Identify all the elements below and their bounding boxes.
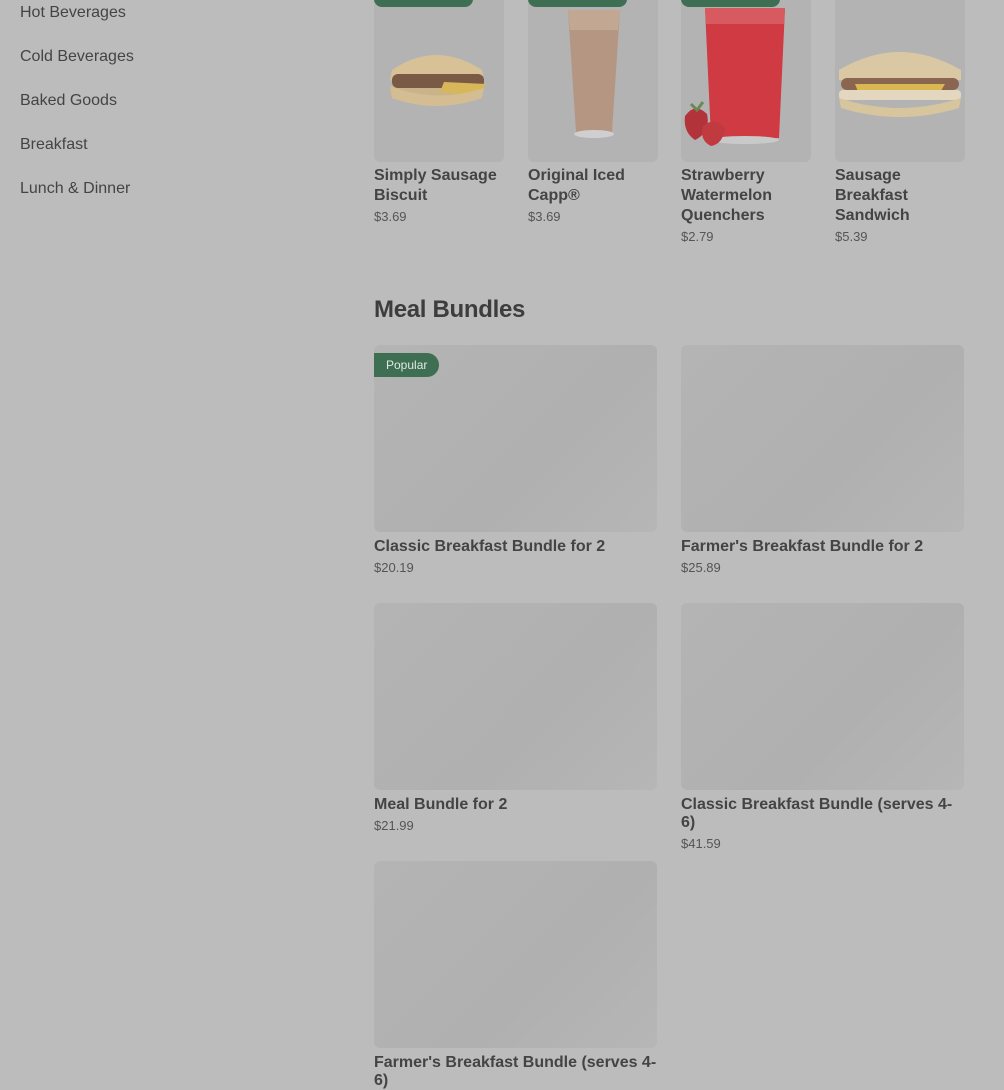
bundle-image	[681, 345, 964, 532]
product-name: Original Iced Capp®	[528, 167, 625, 204]
sidebar-item-breakfast[interactable]: Breakfast	[20, 136, 88, 154]
sidebar-item-cold-beverages[interactable]: Cold Beverages	[20, 48, 134, 66]
iced-capp-image	[528, 0, 658, 162]
product-flag	[374, 0, 473, 7]
bundle-price: $21.99	[374, 818, 414, 833]
bundle-price: $20.19	[374, 560, 414, 575]
product-name: Simply Sausage Biscuit	[374, 167, 497, 204]
strawberry-quencher-image	[681, 0, 811, 162]
product-price: $3.69	[528, 209, 561, 224]
bundle-name: Classic Breakfast Bundle for 2	[374, 538, 606, 555]
breakfast-sandwich-image	[835, 0, 965, 162]
popular-badge: Popular	[374, 353, 440, 377]
bundle-image: Popular	[374, 345, 657, 532]
sidebar-item-hot-beverages[interactable]: Hot Beverages	[20, 4, 126, 22]
product-price: $2.79	[681, 229, 714, 244]
product-price: $5.39	[835, 229, 868, 244]
section-title: Meal Bundles	[374, 296, 526, 323]
bundle-image	[374, 603, 657, 790]
bundle-name: Farmer's Breakfast Bundle (serves 4-6)	[374, 1054, 657, 1089]
iced-drink-icon	[568, 10, 620, 138]
bundle-price: $25.89	[681, 560, 721, 575]
product-card-breakfast-sandwich[interactable]: Sausage Breakfast Sandwich $5.39	[835, 0, 965, 244]
bundle-name: Meal Bundle for 2	[374, 796, 508, 813]
sausage-biscuit-image	[374, 0, 504, 162]
bundle-name: Farmer's Breakfast Bundle for 2	[681, 538, 924, 555]
product-name: Sausage Breakfast Sandwich	[835, 167, 910, 224]
bundle-image	[681, 603, 964, 790]
sidebar-item-baked-goods[interactable]: Baked Goods	[20, 92, 117, 110]
bundle-price: $41.59	[681, 836, 721, 851]
product-card-sausage-biscuit[interactable]: Simply Sausage Biscuit $3.69	[374, 0, 504, 224]
bundle-image	[374, 861, 657, 1048]
product-card-strawberry-quencher[interactable]: Strawberry Watermelon Quenchers $2.79	[681, 0, 811, 244]
bundle-card-meal-2[interactable]: Meal Bundle for 2 $21.99	[374, 603, 657, 833]
sidebar-item-lunch-dinner[interactable]: Lunch & Dinner	[20, 180, 130, 198]
bundle-card-classic-4-6[interactable]: Classic Breakfast Bundle (serves 4-6) $4…	[681, 603, 964, 851]
bundle-name: Classic Breakfast Bundle (serves 4-6)	[681, 796, 953, 831]
product-price: $3.69	[374, 209, 407, 224]
cold-drink-icon	[684, 8, 785, 146]
product-flag	[681, 0, 780, 7]
bundle-card-farmers-2[interactable]: Farmer's Breakfast Bundle for 2 $25.89	[681, 345, 964, 575]
bundle-card-classic-2[interactable]: Popular Classic Breakfast Bundle for 2 $…	[374, 345, 657, 575]
product-flag	[528, 0, 627, 7]
biscuit-icon	[390, 55, 486, 106]
product-card-iced-capp[interactable]: Original Iced Capp® $3.69	[528, 0, 658, 224]
bundle-card-farmers-4-6[interactable]: Farmer's Breakfast Bundle (serves 4-6)	[374, 861, 657, 1090]
sandwich-icon	[839, 52, 961, 117]
product-name: Strawberry Watermelon Quenchers	[681, 167, 772, 224]
